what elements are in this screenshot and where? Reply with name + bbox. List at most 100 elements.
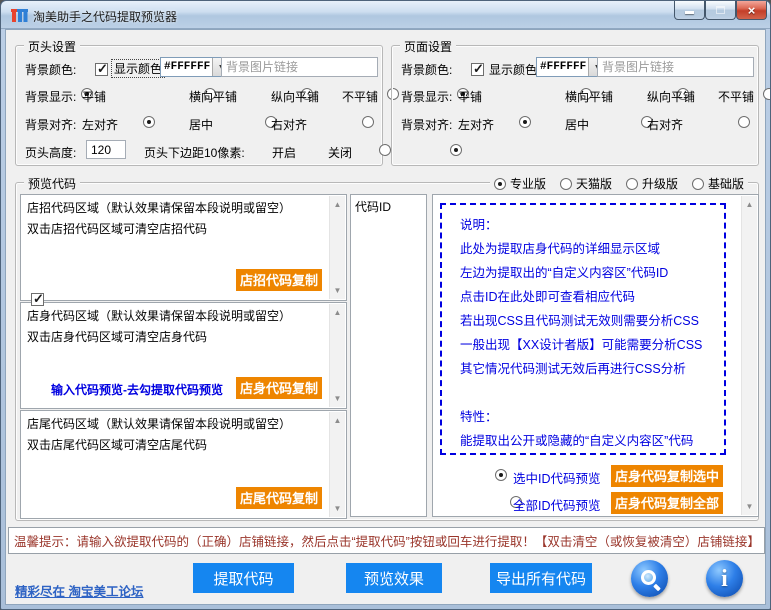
page-settings-title: 页面设置 [400, 38, 456, 55]
header-settings-title: 页头设置 [24, 38, 80, 55]
header-settings-group: 页头设置 背景颜色: 显示颜色 #FFFFFF ▼ 背景显示: 平铺 横向平铺 … [15, 45, 383, 166]
input-code-preview-label: 输入代码预览-去勾提取代码预览 [51, 381, 223, 398]
scrollbar-down-icon[interactable]: ▼ [330, 283, 345, 298]
ps-bg-align-label: 背景对齐: [401, 116, 452, 133]
extract-code-button[interactable]: 提取代码 [193, 563, 294, 593]
info-line: 说明： [460, 213, 724, 237]
version-tmall-radio[interactable] [560, 178, 572, 190]
hs-align-left-label: 左对齐 [82, 116, 118, 133]
close-button[interactable]: × [736, 1, 767, 20]
app-icon [11, 7, 28, 23]
info-line: 特性： [460, 405, 724, 429]
hs-align-left-radio[interactable] [143, 116, 155, 128]
hs-color-value: #FFFFFF [161, 58, 212, 76]
info-button[interactable]: i [706, 560, 743, 597]
ps-show-color-label[interactable]: 显示颜色 [489, 61, 537, 78]
version-basic-radio[interactable] [692, 178, 704, 190]
selected-id-preview-radio[interactable] [495, 469, 507, 481]
ps-bg-color-label: 背景颜色: [401, 61, 452, 78]
scrollbar-up-icon[interactable]: ▲ [330, 413, 345, 428]
close-icon: × [748, 4, 756, 17]
hs-align-center-label: 居中 [189, 116, 213, 133]
ps-align-center-label: 居中 [565, 116, 589, 133]
ps-display-htile-label: 横向平铺 [565, 88, 613, 105]
vertical-scrollbar[interactable]: ▲ ▼ [741, 196, 757, 515]
version-upgrade-radio[interactable] [626, 178, 638, 190]
copy-all-button[interactable]: 店身代码复制全部 [611, 492, 723, 514]
shop-link-input[interactable] [8, 527, 765, 554]
version-radio-group: 专业版 天猫版 升级版 基础版 [490, 175, 748, 192]
maximize-button[interactable] [705, 1, 736, 20]
info-line: 此处为提取店身代码的详细显示区域 [460, 237, 724, 261]
copy-selected-button[interactable]: 店身代码复制选中 [611, 465, 723, 487]
scrollbar-down-icon[interactable]: ▼ [742, 499, 757, 514]
search-icon [641, 570, 656, 585]
info-line: 能提取出公开或隐藏的“自定义内容区”代码 [460, 429, 724, 453]
hs-show-color-label[interactable]: 显示颜色 [111, 59, 165, 78]
hs-margin-off-label: 关闭 [328, 144, 352, 161]
window-title: 淘美助手之代码提取预览器 [33, 8, 177, 25]
hs-display-notile-label: 不平铺 [342, 88, 378, 105]
copy-shop-footer-button[interactable]: 店尾代码复制 [236, 487, 322, 509]
hs-display-htile-label: 横向平铺 [189, 88, 237, 105]
ps-align-left-radio[interactable] [519, 116, 531, 128]
vertical-scrollbar[interactable]: ▲ ▼ [329, 412, 345, 517]
shop-header-line1: 店招代码区域（默认效果请保留本段说明或留空） [27, 199, 291, 216]
scrollbar-up-icon[interactable]: ▲ [330, 305, 345, 320]
preview-code-title: 预览代码 [24, 175, 80, 192]
ps-align-right-radio[interactable] [738, 116, 750, 128]
scrollbar-up-icon[interactable]: ▲ [742, 197, 757, 212]
hs-margin-on-label: 开启 [272, 144, 296, 161]
copy-shop-body-button[interactable]: 店身代码复制 [236, 377, 322, 399]
selected-id-preview-label: 选中ID代码预览 [513, 468, 601, 487]
code-detail-panel[interactable]: ▲ ▼ 说明： 此处为提取店身代码的详细显示区域 左边为提取出的“自定义内容区”… [432, 194, 759, 517]
hs-color-combobox[interactable]: #FFFFFF ▼ [160, 57, 230, 77]
version-pro-radio[interactable] [494, 178, 506, 190]
hs-margin-on-radio[interactable] [379, 144, 391, 156]
shop-header-code-textarea[interactable]: 店招代码区域（默认效果请保留本段说明或留空） 双击店招代码区域可清空店招代码 ▲… [20, 194, 347, 301]
hs-margin-label: 页头下边距10像素: [144, 144, 245, 161]
version-pro-label: 专业版 [510, 175, 546, 192]
vertical-scrollbar[interactable]: ▲ ▼ [329, 196, 345, 299]
hs-bg-display-label: 背景显示: [25, 88, 76, 105]
hs-bg-image-input[interactable] [221, 57, 378, 77]
ps-display-vtile-label: 纵向平铺 [647, 88, 695, 105]
hs-height-label: 页头高度: [25, 144, 76, 161]
hs-display-vtile-label: 纵向平铺 [271, 88, 319, 105]
export-all-code-button[interactable]: 导出所有代码 [490, 563, 592, 593]
ps-color-combobox[interactable]: #FFFFFF ▼ [536, 57, 606, 77]
search-button[interactable] [631, 560, 668, 597]
shop-body-code-textarea[interactable]: 店身代码区域（默认效果请保留本段说明或留空） 双击店身代码区域可清空店身代码 ▲… [20, 302, 347, 409]
hs-display-tile-label: 平铺 [82, 88, 106, 105]
preview-code-group: 预览代码 专业版 天猫版 升级版 基础版 店招代码区域（默认效果请保留本段说明或… [15, 182, 759, 521]
code-id-list[interactable]: 代码ID [350, 194, 427, 517]
hs-align-right-radio[interactable] [362, 116, 374, 128]
info-line: 左边为提取出的“自定义内容区”代码ID [460, 261, 724, 285]
forum-link[interactable]: 精彩尽在 淘宝美工论坛 [15, 581, 143, 600]
shop-body-line1: 店身代码区域（默认效果请保留本段说明或留空） [27, 307, 291, 324]
vertical-scrollbar[interactable]: ▲ ▼ [329, 304, 345, 407]
page-settings-group: 页面设置 背景颜色: 显示颜色 #FFFFFF ▼ 背景显示: 平铺 横向平铺 … [391, 45, 759, 166]
hs-bg-color-label: 背景颜色: [25, 61, 76, 78]
scrollbar-down-icon[interactable]: ▼ [330, 391, 345, 406]
ps-color-value: #FFFFFF [537, 58, 588, 76]
ps-display-notile-radio[interactable] [763, 88, 771, 100]
input-code-preview-checkbox[interactable] [31, 293, 44, 306]
info-line: 点击ID在此处即可查看相应代码 [460, 285, 724, 309]
hs-height-input[interactable] [86, 140, 126, 159]
ps-align-left-label: 左对齐 [458, 116, 494, 133]
copy-shop-header-button[interactable]: 店招代码复制 [236, 269, 322, 291]
ps-bg-image-input[interactable] [597, 57, 754, 77]
preview-effect-button[interactable]: 预览效果 [346, 563, 442, 593]
info-icon: i [721, 567, 728, 591]
maximize-icon [716, 6, 725, 14]
scrollbar-up-icon[interactable]: ▲ [330, 197, 345, 212]
info-line: 若出现CSS且代码测试无效则需要分析CSS [460, 309, 724, 333]
minimize-button[interactable] [674, 1, 705, 20]
scrollbar-down-icon[interactable]: ▼ [330, 501, 345, 516]
hs-show-color-checkbox[interactable] [95, 63, 108, 76]
ps-display-tile-label: 平铺 [458, 88, 482, 105]
ps-show-color-checkbox[interactable] [471, 63, 484, 76]
shop-footer-code-textarea[interactable]: 店尾代码区域（默认效果请保留本段说明或留空） 双击店尾代码区域可清空店尾代码 ▲… [20, 410, 347, 519]
shop-header-line2: 双击店招代码区域可清空店招代码 [27, 220, 207, 237]
